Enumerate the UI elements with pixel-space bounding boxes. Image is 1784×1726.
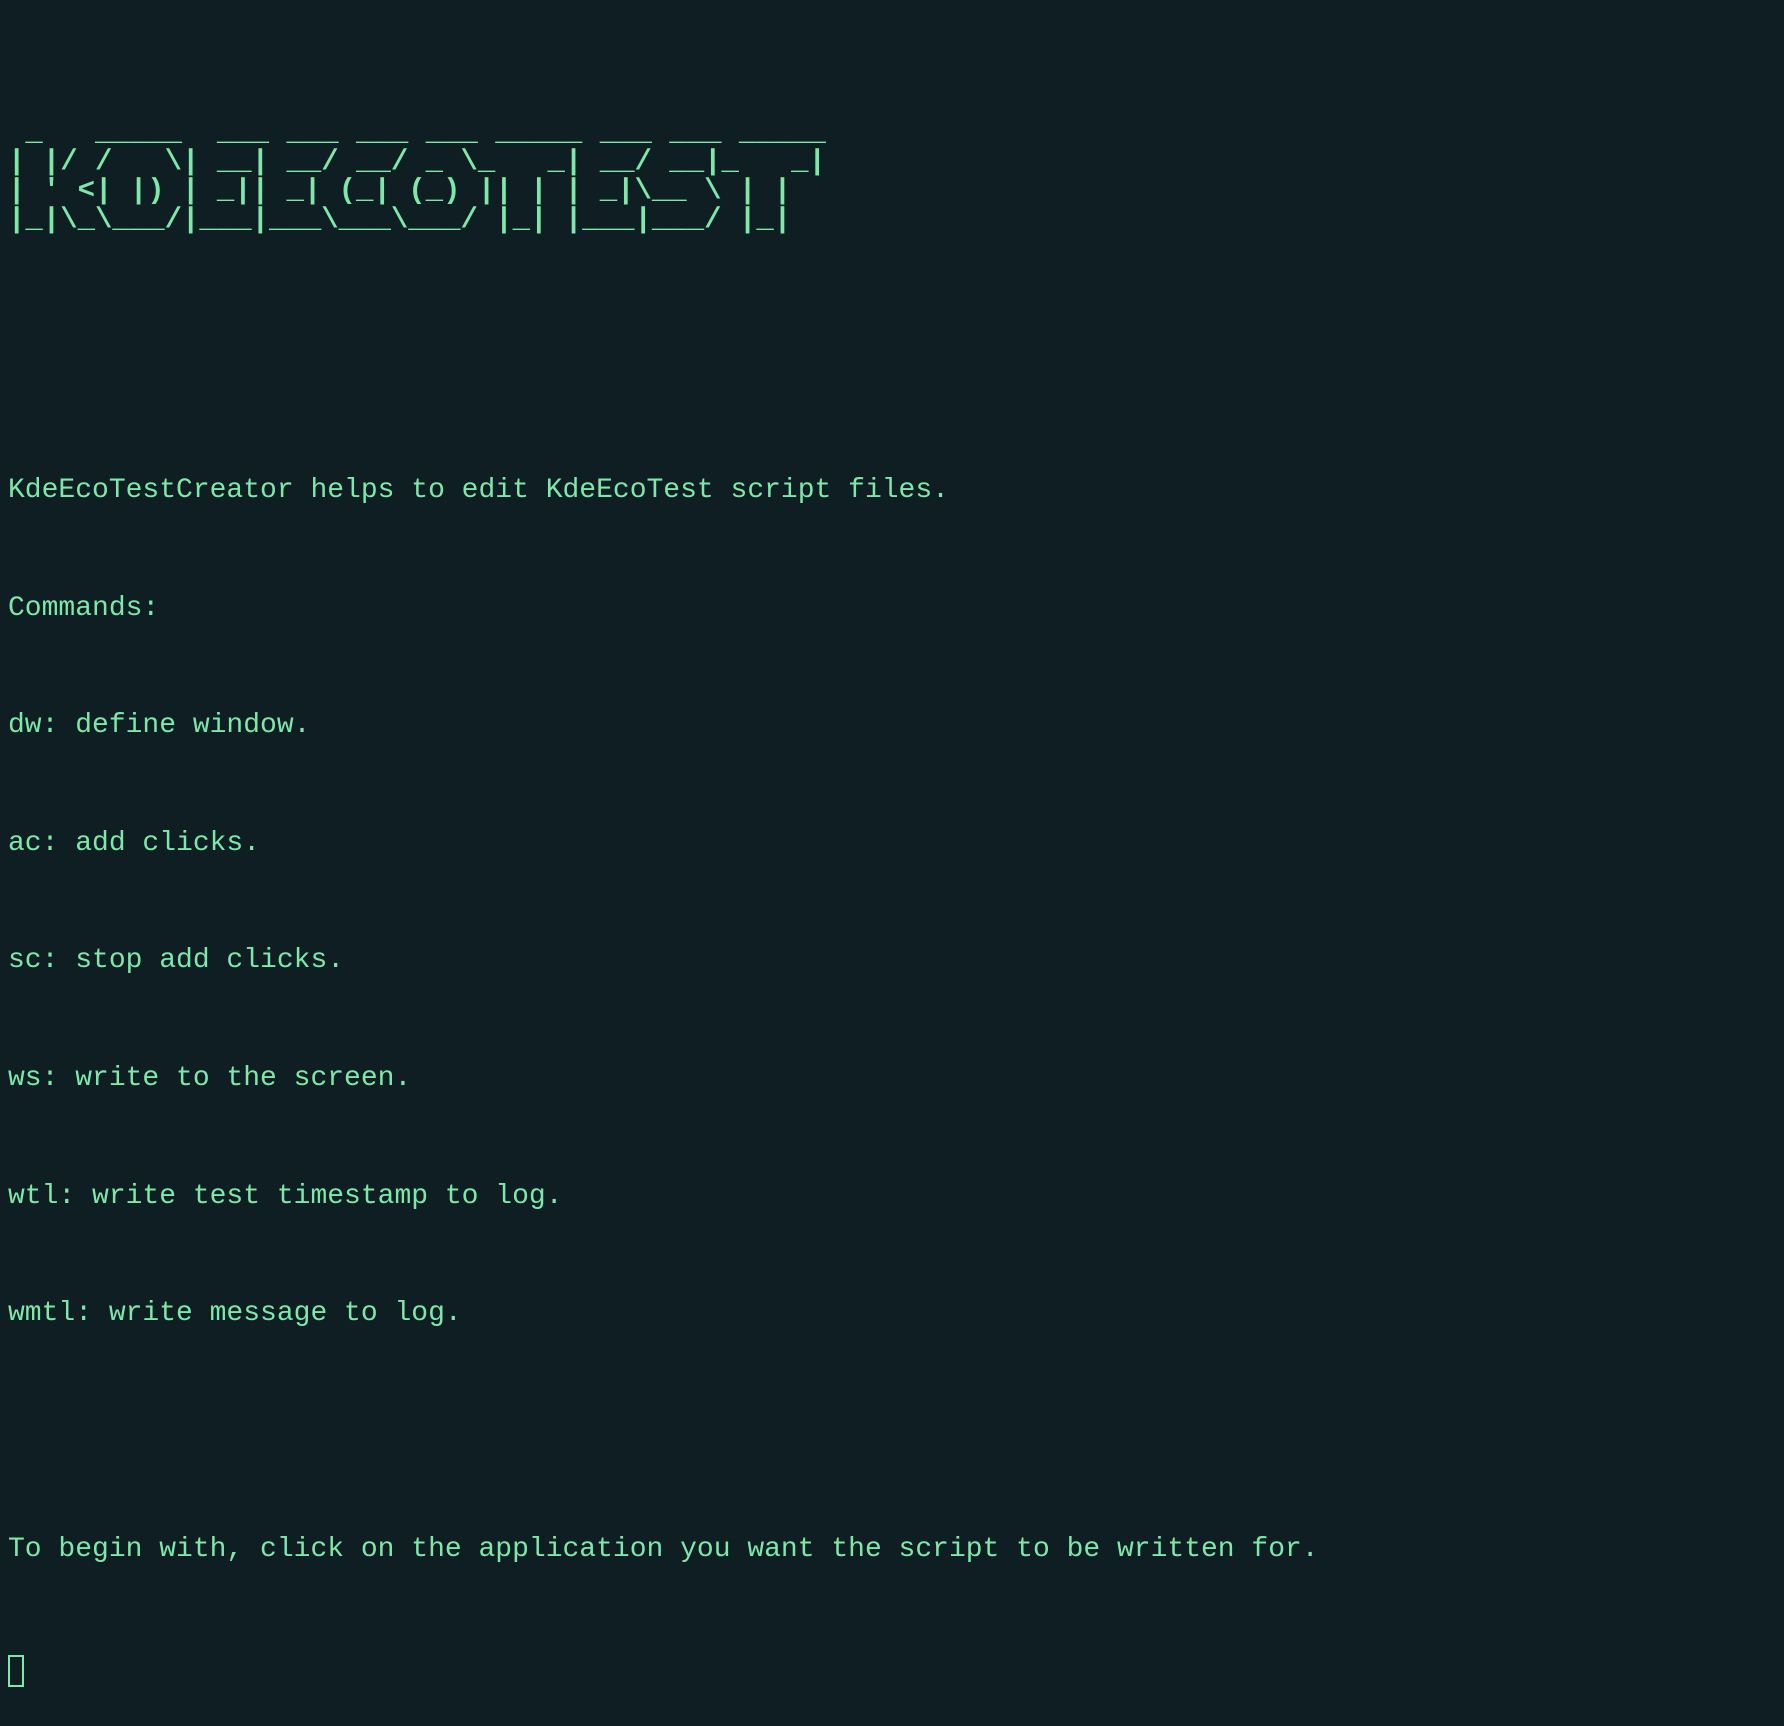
instruction-line: To begin with, click on the application … — [8, 1530, 1776, 1569]
command-line: ws: write to the screen. — [8, 1059, 1776, 1098]
command-line: wtl: write test timestamp to log. — [8, 1177, 1776, 1216]
description-line: KdeEcoTestCreator helps to edit KdeEcoTe… — [8, 471, 1776, 510]
commands-header: Commands: — [8, 589, 1776, 628]
cursor-line[interactable] — [8, 1648, 1776, 1687]
command-line: ac: add clicks. — [8, 824, 1776, 863]
cursor-icon — [8, 1655, 24, 1687]
command-line: wmtl: write message to log. — [8, 1294, 1776, 1333]
command-line: dw: define window. — [8, 706, 1776, 745]
command-line: sc: stop add clicks. — [8, 941, 1776, 980]
ascii-banner: _ _____ ___ ___ ___ ___ _____ ___ ___ __… — [8, 118, 1776, 234]
terminal-output[interactable]: _ _____ ___ ___ ___ ___ _____ ___ ___ __… — [0, 0, 1784, 1726]
